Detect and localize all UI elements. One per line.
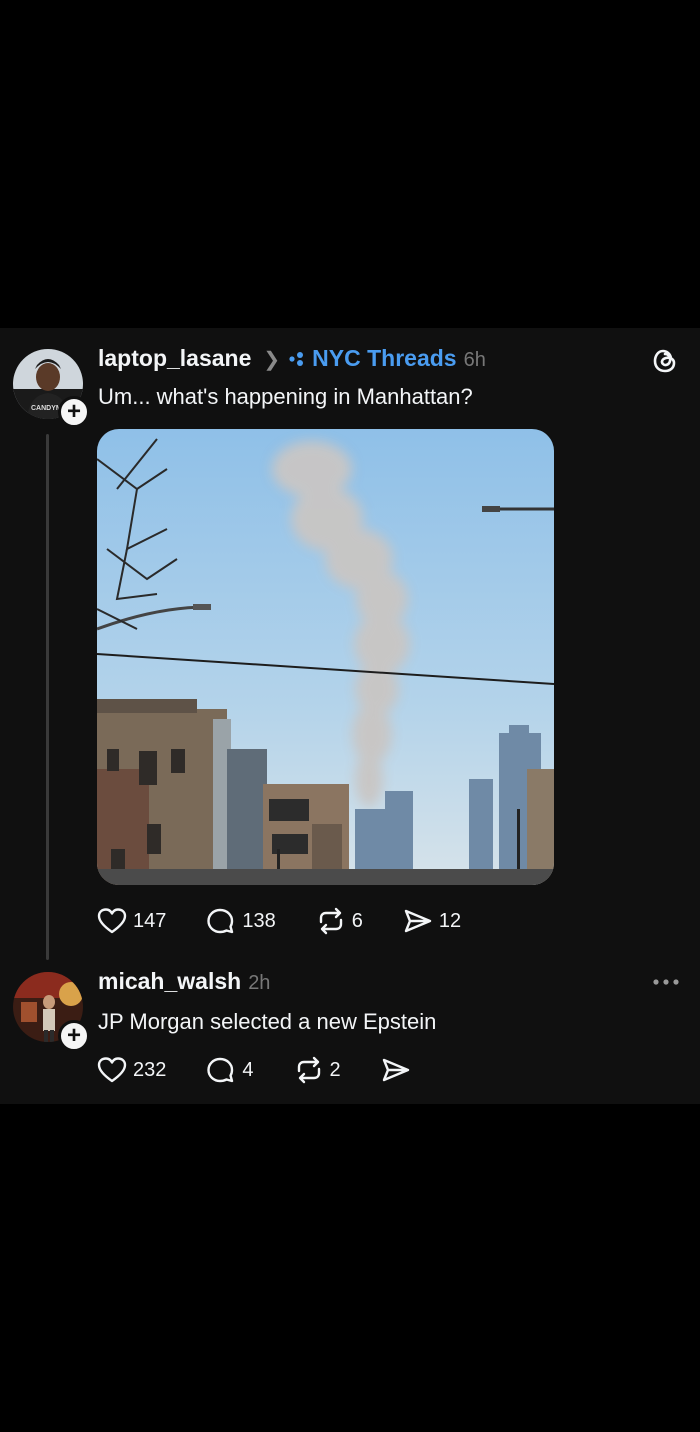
like-count: 232: [133, 1058, 167, 1081]
reply-actions: 232 4 2: [97, 1056, 411, 1084]
repost-icon: [319, 907, 342, 935]
post-header: laptop_lasane ❯ NYC Threads 6h: [98, 345, 486, 372]
reply-text: JP Morgan selected a new Epstein: [98, 1009, 437, 1034]
repost-button[interactable]: 6: [316, 907, 363, 935]
reply-button[interactable]: 138: [206, 907, 276, 935]
share-button[interactable]: [381, 1056, 411, 1084]
community-name: NYC Threads: [312, 345, 457, 371]
post-actions: 147 138 6 12: [97, 907, 461, 935]
repost-count: 2: [329, 1058, 341, 1081]
comment-bubble-icon: [207, 1057, 234, 1083]
community-link[interactable]: NYC Threads: [288, 345, 457, 372]
more-options-icon[interactable]: [652, 978, 680, 986]
like-button[interactable]: 232: [97, 1056, 166, 1084]
reply-header: micah_walsh 2h: [98, 968, 270, 995]
threads-logo-icon[interactable]: [652, 347, 678, 375]
post-username[interactable]: laptop_lasane: [98, 345, 251, 372]
send-icon: [404, 909, 432, 933]
heart-icon: [97, 1057, 127, 1083]
like-button[interactable]: 147: [97, 907, 166, 935]
reply-time: 2h: [248, 972, 271, 994]
follow-plus-icon[interactable]: +: [58, 1020, 90, 1052]
community-dots-icon: [289, 351, 304, 366]
reply-count: 138: [242, 909, 276, 932]
share-button[interactable]: 12: [403, 907, 461, 935]
heart-icon: [97, 908, 127, 934]
repost-button[interactable]: 2: [294, 1056, 341, 1084]
thread-connector-line: [46, 434, 49, 960]
follow-plus-icon[interactable]: +: [58, 396, 90, 428]
share-count: 12: [438, 909, 462, 932]
send-icon: [382, 1058, 409, 1082]
post-text: Um... what's happening in Manhattan?: [98, 384, 473, 409]
reply-username[interactable]: micah_walsh: [98, 968, 241, 995]
post-image[interactable]: [97, 429, 554, 885]
comment-bubble-icon: [207, 908, 234, 934]
post-time: 6h: [463, 349, 486, 371]
repost-icon: [297, 1056, 320, 1084]
repost-count: 6: [351, 909, 363, 932]
thread-card: CANDYM + laptop_lasane ❯ NYC Threads 6h …: [0, 328, 700, 1104]
like-count: 147: [133, 909, 167, 932]
reply-count: 4: [242, 1058, 254, 1081]
chevron-right-icon: ❯: [263, 349, 281, 371]
reply-button[interactable]: 4: [206, 1056, 254, 1084]
